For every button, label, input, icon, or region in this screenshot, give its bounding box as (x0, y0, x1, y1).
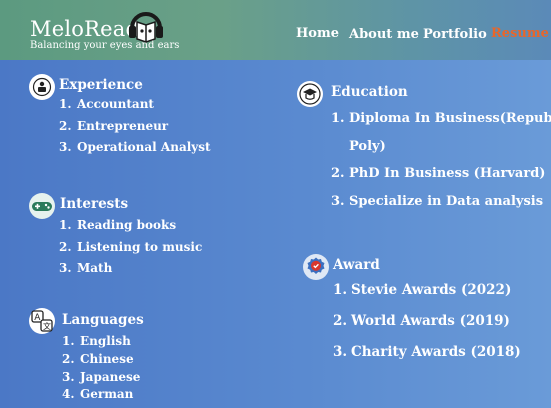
list-item: 2. Listening to music (59, 240, 203, 254)
list-item: 1. English (62, 334, 131, 348)
interests-title: Interests (60, 196, 129, 212)
list-item: 4. German (62, 387, 134, 401)
graduation-icon (297, 81, 323, 107)
award-title: Award (333, 257, 380, 273)
gamepad-icon (29, 193, 55, 219)
list-item: 2. Entrepreneur (59, 119, 169, 133)
list-item: 3. Specialize in Data analysis (331, 194, 544, 209)
award-medal-icon (303, 254, 329, 280)
languages-title: Languages (62, 312, 144, 328)
briefcase-person-icon (29, 74, 55, 100)
list-item: 3. Japanese (62, 370, 141, 384)
list-item: 1. Accountant (59, 97, 154, 111)
headphones-book-icon (129, 12, 163, 43)
translate-icon: A 文 (29, 308, 55, 334)
list-item: 3. Operational Analyst (59, 140, 211, 154)
list-item: 1. Stevie Awards (2022) (333, 282, 512, 298)
experience-title: Experience (59, 77, 143, 93)
list-item: 1. Diploma In Business(Republic (331, 111, 551, 126)
list-item: 2. PhD In Business (Harvard) (331, 166, 546, 181)
nav-portfolio[interactable]: Portfolio (423, 27, 487, 42)
education-title: Education (331, 84, 408, 100)
list-item: 3. Charity Awards (2018) (333, 344, 521, 360)
nav-resume[interactable]: Resume (491, 26, 549, 41)
list-item: 2. World Awards (2019) (333, 313, 510, 329)
list-item: 1. Reading books (59, 218, 177, 232)
site-header: MeloReads Balancing your eyes and ears H… (0, 0, 551, 60)
svg-text:A: A (34, 313, 41, 323)
nav-about-me[interactable]: About me (349, 27, 419, 42)
list-item-continuation: Poly) (349, 139, 386, 154)
list-item: 2. Chinese (62, 352, 134, 366)
list-item: 3. Math (59, 261, 113, 275)
nav-home[interactable]: Home (296, 26, 339, 41)
svg-text:文: 文 (43, 321, 51, 331)
